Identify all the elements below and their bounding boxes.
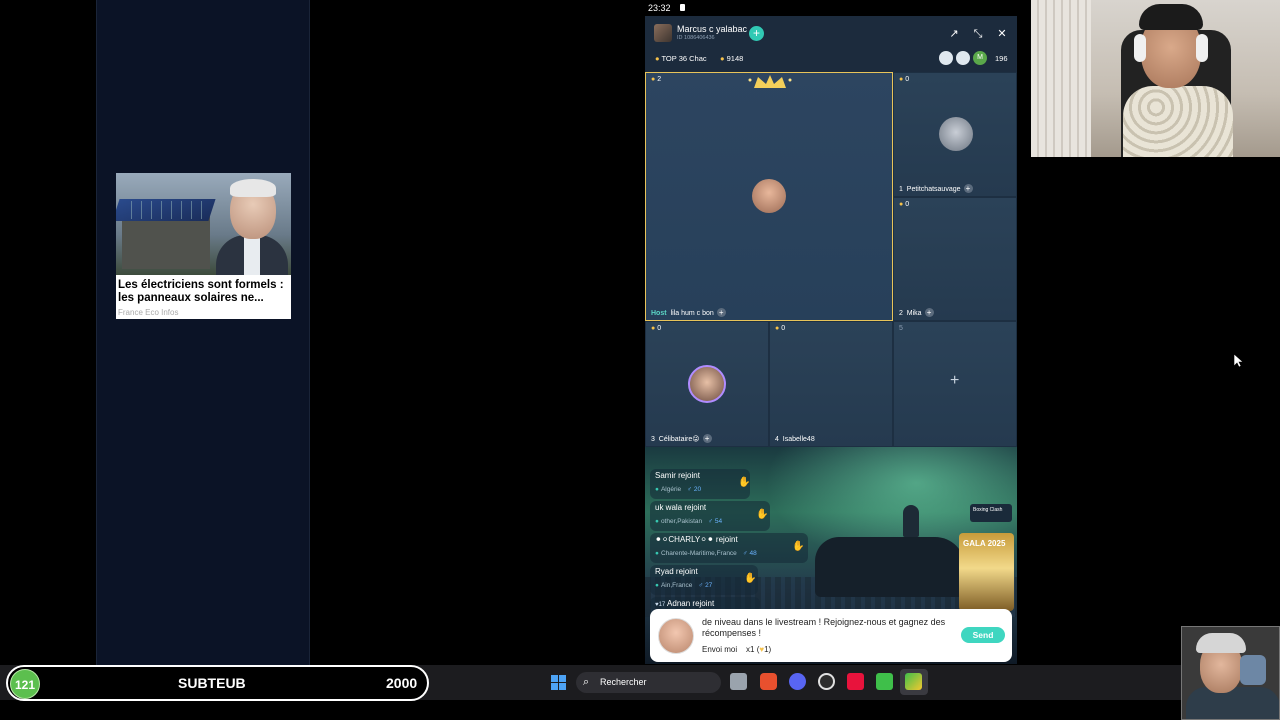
invite-avatar[interactable]: [658, 618, 694, 654]
viewer-avatar[interactable]: [956, 51, 970, 65]
left-panel: [96, 0, 310, 665]
host-name[interactable]: Marcus c yalabac: [677, 24, 747, 34]
seat-label: 4 Isabelle48: [775, 436, 815, 443]
seat-host[interactable]: ● 2 Host lila hum c bon +: [645, 72, 893, 321]
add-icon[interactable]: +: [963, 184, 973, 193]
app-icon-green[interactable]: [876, 673, 893, 690]
share-icon[interactable]: ↗: [947, 27, 961, 41]
invite-card: de niveau dans le livestream ! Rejoignez…: [650, 609, 1012, 662]
location-icon: ●: [655, 582, 659, 589]
webcam-main: [1031, 0, 1280, 157]
add-icon[interactable]: +: [716, 308, 726, 317]
seat-label: 2 Mika +: [899, 308, 934, 317]
rank-badge[interactable]: ● TOP 36 Chac: [655, 54, 707, 63]
subscriber-goal-bar: 121 SUBTEUB 2000: [6, 665, 429, 701]
viewer-count[interactable]: 196: [995, 54, 1008, 63]
location-icon: ●: [655, 518, 659, 525]
subscriber-count: 121: [10, 669, 40, 699]
boxing-clash-badge[interactable]: Boxing Clash: [970, 504, 1012, 522]
seat-avatar[interactable]: [752, 179, 786, 213]
seat-coins: ● 0: [899, 201, 910, 208]
viewer-avatar[interactable]: [939, 51, 953, 65]
discord-icon[interactable]: [789, 673, 806, 690]
location-icon: ●: [655, 486, 659, 493]
location-icon: ●: [655, 550, 659, 557]
subscriber-goal: 2000: [386, 675, 418, 691]
status-time: 23:32: [648, 3, 671, 13]
seat-coins: ● 0: [651, 325, 662, 332]
ad-source: France Eco Infos: [118, 308, 179, 317]
search-icon: ⌕: [583, 676, 590, 688]
seat-avatar[interactable]: [939, 117, 973, 151]
app-icon-active[interactable]: [905, 673, 922, 690]
add-icon[interactable]: +: [702, 434, 712, 443]
invite-sub: Envoi moi x1 (♥1): [702, 645, 772, 654]
wave-icon[interactable]: ✋: [756, 509, 768, 520]
windows-start-icon[interactable]: [551, 675, 566, 690]
webcam-small: [1181, 626, 1280, 720]
join-message: Ryad rejoint ● Ain,France ♂ 27 ✋: [650, 565, 758, 595]
host-avatar[interactable]: [654, 24, 672, 42]
seat-coins: ● 2: [651, 76, 662, 83]
seat-5-empty[interactable]: 5 +: [893, 321, 1017, 447]
seat-avatar[interactable]: [688, 365, 726, 403]
subscriber-label: SUBTEUB: [178, 675, 246, 691]
join-message: Samir rejoint ● Algérie ♂ 20 ✋: [650, 469, 750, 499]
car-silhouette: [815, 537, 965, 597]
seat-label: Host lila hum c bon +: [651, 308, 726, 317]
seat-3[interactable]: ● 0 3 Célibataire😜 +: [645, 321, 769, 447]
host-id: ID 1086406436: [677, 35, 715, 41]
seat-grid: ● 2 Host lila hum c bon + ● 0 1 Petitchats…: [645, 72, 1017, 447]
ad-title[interactable]: Les électriciens sont formels : les pann…: [118, 279, 290, 305]
seat-coins: ● 0: [899, 76, 910, 83]
seat-label: 1 Petitchatsauvage +: [899, 184, 973, 193]
live-app: Marcus c yalabac ID 1086406436 + ↗ ⤡ ✕ ●…: [645, 16, 1017, 664]
crown-icon: [748, 75, 792, 88]
join-message: uk wala rejoint ● other,Pakistan ♂ 54 ✋: [650, 501, 770, 531]
seat-number: 5: [899, 325, 903, 332]
brave-browser-icon[interactable]: [760, 673, 777, 690]
ad-house: [122, 213, 210, 269]
task-view-icon[interactable]: [730, 673, 747, 690]
ad-man-portrait: [216, 177, 288, 275]
taskbar-search[interactable]: ⌕ Rechercher: [576, 672, 721, 693]
obs-icon[interactable]: [818, 673, 835, 690]
lock-icon: [680, 4, 685, 11]
seat-1[interactable]: ● 0 1 Petitchatsauvage +: [893, 72, 1017, 197]
send-button[interactable]: Send: [961, 627, 1005, 643]
ad-image: [116, 173, 291, 275]
headset-icon: [1134, 34, 1146, 62]
follow-button[interactable]: +: [749, 26, 764, 41]
join-seat-icon[interactable]: +: [950, 372, 959, 390]
invite-text: de niveau dans le livestream ! Rejoignez…: [702, 617, 946, 638]
close-icon[interactable]: ✕: [995, 27, 1009, 41]
mouse-cursor-icon: [1234, 354, 1244, 368]
seat-2[interactable]: ● 0 2 Mika +: [893, 197, 1017, 321]
viewer-avatar[interactable]: M: [973, 51, 987, 65]
screen: Les électriciens sont formels : les pann…: [0, 0, 1280, 720]
wave-icon[interactable]: ✋: [738, 477, 750, 488]
seat-coins: ● 0: [775, 325, 786, 332]
wave-icon[interactable]: ✋: [792, 541, 804, 552]
ad-solar-panels: [122, 201, 202, 219]
add-icon[interactable]: +: [924, 308, 934, 317]
seat-4[interactable]: ● 0 4 Isabelle48: [769, 321, 893, 447]
video-player-icon[interactable]: [847, 673, 864, 690]
coin-count: ● 9148: [720, 54, 744, 63]
seat-label: 3 Célibataire😜 +: [651, 434, 712, 443]
minimize-icon[interactable]: ⤡: [971, 27, 985, 41]
join-message: ⚫⚪CHARLY⚪⚫ rejoint ● Charente-Maritime,Fr…: [650, 533, 808, 563]
live-header: Marcus c yalabac ID 1086406436 + ↗ ⤡ ✕ ●…: [645, 16, 1017, 72]
ad-card[interactable]: Les électriciens sont formels : les pann…: [116, 173, 291, 319]
gala-banner[interactable]: GALA 2025: [959, 533, 1014, 611]
wave-icon[interactable]: ✋: [744, 573, 756, 584]
